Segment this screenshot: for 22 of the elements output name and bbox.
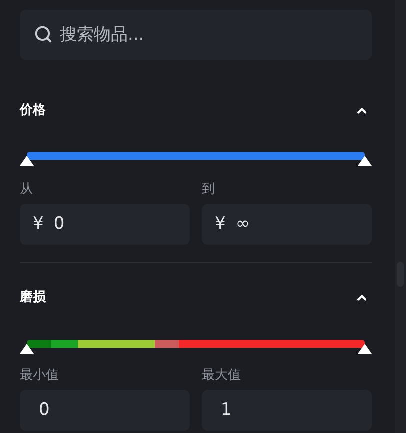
currency-symbol: ¥ <box>215 212 226 236</box>
slider-thumb[interactable] <box>20 344 34 354</box>
slider-thumb[interactable] <box>20 156 34 166</box>
currency-symbol: ¥ <box>33 212 44 236</box>
number-field[interactable]: 0 <box>20 390 190 431</box>
field-label: 从 <box>20 182 34 198</box>
field-label: 最小值 <box>20 368 60 384</box>
section-title: 磨损 <box>20 288 46 308</box>
field-value: 1 <box>221 398 232 422</box>
search-field[interactable]: 搜索物品... <box>20 10 372 60</box>
field-value: ∞ <box>236 212 250 236</box>
field-value: 0 <box>54 212 65 236</box>
number-field[interactable]: ¥ ∞ <box>202 204 372 245</box>
section-title: 价格 <box>20 102 46 120</box>
field-label: 到 <box>202 182 216 198</box>
field-label: 最大值 <box>202 368 242 384</box>
search-icon <box>34 25 53 44</box>
field-value: 0 <box>39 398 50 422</box>
number-field[interactable]: ¥ 0 <box>20 204 190 245</box>
slider-thumb[interactable] <box>358 344 372 354</box>
number-field[interactable]: 1 <box>202 390 372 431</box>
slider-thumb[interactable] <box>358 156 372 166</box>
